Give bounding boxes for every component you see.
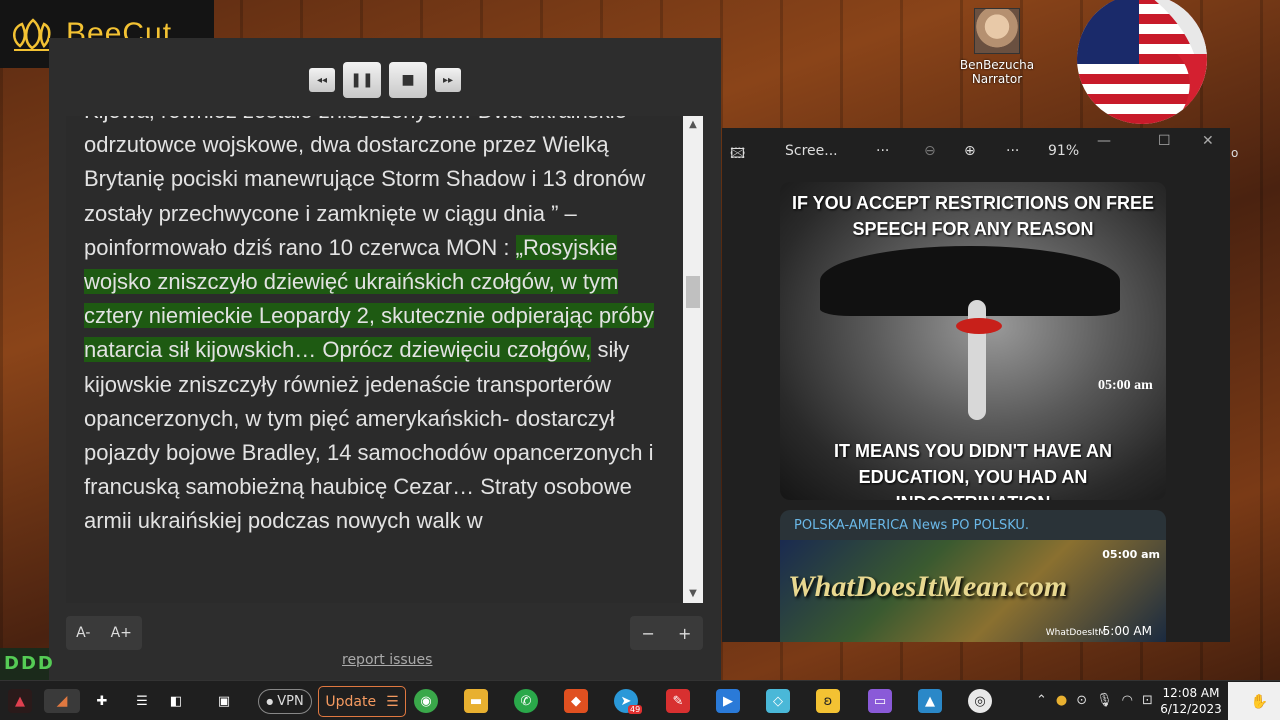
update-menu-icon: ☰: [386, 693, 399, 710]
news-card-image-text: WhatDoesItMean.com: [788, 570, 1068, 603]
maximize-icon[interactable]: ☐: [1158, 133, 1171, 149]
sidebar-icon[interactable]: ◧: [164, 689, 188, 713]
wifi-icon[interactable]: ◠: [1122, 693, 1133, 708]
avatar: [974, 8, 1020, 54]
news-card-time: 5:00 AM: [1102, 624, 1152, 638]
stop-button[interactable]: ■: [389, 62, 427, 98]
network-icon[interactable]: ⊡: [1142, 693, 1153, 708]
reader-text-area[interactable]: Kijowa, również zostało zniszczonych… Dw…: [66, 116, 683, 603]
obs-icon[interactable]: ◎: [968, 689, 992, 713]
reader-window: ◂◂ ❚❚ ■ ▸▸ Kijowa, również zostało znisz…: [49, 38, 721, 680]
pause-button[interactable]: ❚❚: [343, 62, 381, 98]
close-icon[interactable]: ✕: [1202, 133, 1214, 149]
zoom-out-button[interactable]: −: [642, 624, 655, 643]
zoom-controls: − +: [630, 616, 703, 650]
narrator-tile[interactable]: BenBezucha Narrator: [952, 8, 1042, 86]
forward-button[interactable]: ▸▸: [435, 68, 461, 92]
folder-icon[interactable]: ▬: [464, 689, 488, 713]
vpn-label: VPN: [277, 694, 304, 709]
viewer-toolbar: 🖾 Scree... ··· ⊖ ⊕ ··· 91% — ☐ ✕: [722, 128, 1230, 174]
update-button[interactable]: Update ☰: [318, 686, 406, 717]
meme-top-text: IF YOU ACCEPT RESTRICTIONS ON FREE SPEEC…: [791, 193, 1155, 239]
photos-icon[interactable]: ▲: [918, 689, 942, 713]
wallet-icon[interactable]: ▣: [212, 689, 236, 713]
reader-text: Kijowa, również zostało zniszczonych… Dw…: [84, 116, 674, 539]
zoom-out-icon[interactable]: ⊖: [924, 143, 936, 159]
scroll-down-icon[interactable]: ▼: [683, 585, 703, 603]
news-card-title: POLSKA-AMERICA News PO POLSKU.: [794, 518, 1030, 533]
show-desktop-button[interactable]: ✋: [1228, 682, 1280, 720]
narrator-role: Narrator: [971, 72, 1023, 86]
whatsapp-icon[interactable]: ✆: [514, 689, 538, 713]
font-smaller-button[interactable]: A-: [76, 625, 90, 641]
clock-time: 12:08 AM: [1162, 686, 1220, 700]
narrator-name: BenBezucha: [959, 58, 1035, 72]
more-tools-icon[interactable]: ···: [1006, 143, 1019, 159]
reader-scrollbar[interactable]: ▲ ▼: [683, 116, 703, 603]
android-icon[interactable]: ◉: [414, 689, 438, 713]
font-size-controls: A- A+: [66, 616, 142, 650]
files-icon[interactable]: ▭: [868, 689, 892, 713]
telegram-badge: 49: [628, 705, 643, 714]
paint-icon[interactable]: ✎: [666, 689, 690, 713]
news-card-time-top: 05:00 am: [1102, 548, 1160, 561]
rewind-button[interactable]: ◂◂: [309, 68, 335, 92]
zoom-level: 91%: [1048, 143, 1080, 159]
text-after: siły kijowskie zniszczyły również jedena…: [84, 337, 654, 534]
system-tray: ⌃ ● ⊙ 🎙 ◠ ⊡: [1036, 693, 1153, 708]
flag-image: [1073, 0, 1239, 126]
meme-lips: [956, 318, 1002, 334]
scroll-up-icon[interactable]: ▲: [683, 116, 703, 134]
meme-time: 05:00 am: [1098, 378, 1153, 393]
edge-char: o: [1231, 146, 1239, 160]
zoom-in-icon[interactable]: ⊕: [964, 143, 976, 159]
brave-icon[interactable]: ◆: [564, 689, 588, 713]
viewer-title: Scree...: [785, 143, 838, 159]
chevron-up-icon[interactable]: ⌃: [1036, 693, 1047, 708]
more-options-icon[interactable]: ···: [876, 143, 889, 159]
scroll-thumb[interactable]: [686, 276, 700, 308]
meme-bottom-text: IT MEANS YOU DIDN'T HAVE AN EDUCATION, Y…: [834, 441, 1112, 500]
left-strip: DDD: [0, 648, 53, 680]
microphone-icon[interactable]: 🎙: [1096, 693, 1113, 708]
minimize-icon[interactable]: —: [1097, 133, 1111, 149]
app-icon-triangle[interactable]: ▲: [8, 689, 32, 713]
beecut-app-icon[interactable]: ʚ: [816, 689, 840, 713]
image-viewer-window: 🖾 Scree... ··· ⊖ ⊕ ··· 91% — ☐ ✕ IF YOU …: [722, 128, 1230, 642]
clock-date: 6/12/2023: [1160, 702, 1222, 716]
notes-icon[interactable]: ◇: [766, 689, 790, 713]
cursor-icon: ✋: [1250, 694, 1268, 710]
zoom-in-button[interactable]: +: [678, 624, 691, 643]
report-issues-link[interactable]: report issues: [342, 652, 432, 668]
flag-icon: [1077, 0, 1207, 124]
news-card-source: WhatDoesItM: [1045, 628, 1106, 638]
gallery-icon[interactable]: 🖾: [730, 143, 745, 167]
taskbar-clock[interactable]: 12:08 AM 6/12/2023: [1158, 685, 1224, 717]
meme-card[interactable]: IF YOU ACCEPT RESTRICTIONS ON FREE SPEEC…: [780, 182, 1166, 500]
taskbar: ▲ ◢ ✚ ☰ ◧ ▣ ● VPN Update ☰ ◉ ▬ ✆ ◆ ➤ 49 ✎ …: [0, 680, 1280, 720]
playback-controls: ◂◂ ❚❚ ■ ▸▸: [309, 62, 461, 98]
beecut-taskbar-icon[interactable]: ◢: [44, 689, 80, 713]
location-icon[interactable]: ⊙: [1076, 693, 1087, 708]
vpn-button[interactable]: ● VPN: [258, 689, 312, 714]
alert-icon[interactable]: ●: [1056, 693, 1067, 708]
media-icon[interactable]: ▶: [716, 689, 740, 713]
update-label: Update: [325, 693, 377, 710]
news-card[interactable]: POLSKA-AMERICA News PO POLSKU. WhatDoesI…: [780, 510, 1166, 642]
font-larger-button[interactable]: A+: [111, 625, 132, 641]
playlist-icon[interactable]: ☰: [130, 689, 154, 713]
extensions-icon[interactable]: ✚: [90, 689, 114, 713]
